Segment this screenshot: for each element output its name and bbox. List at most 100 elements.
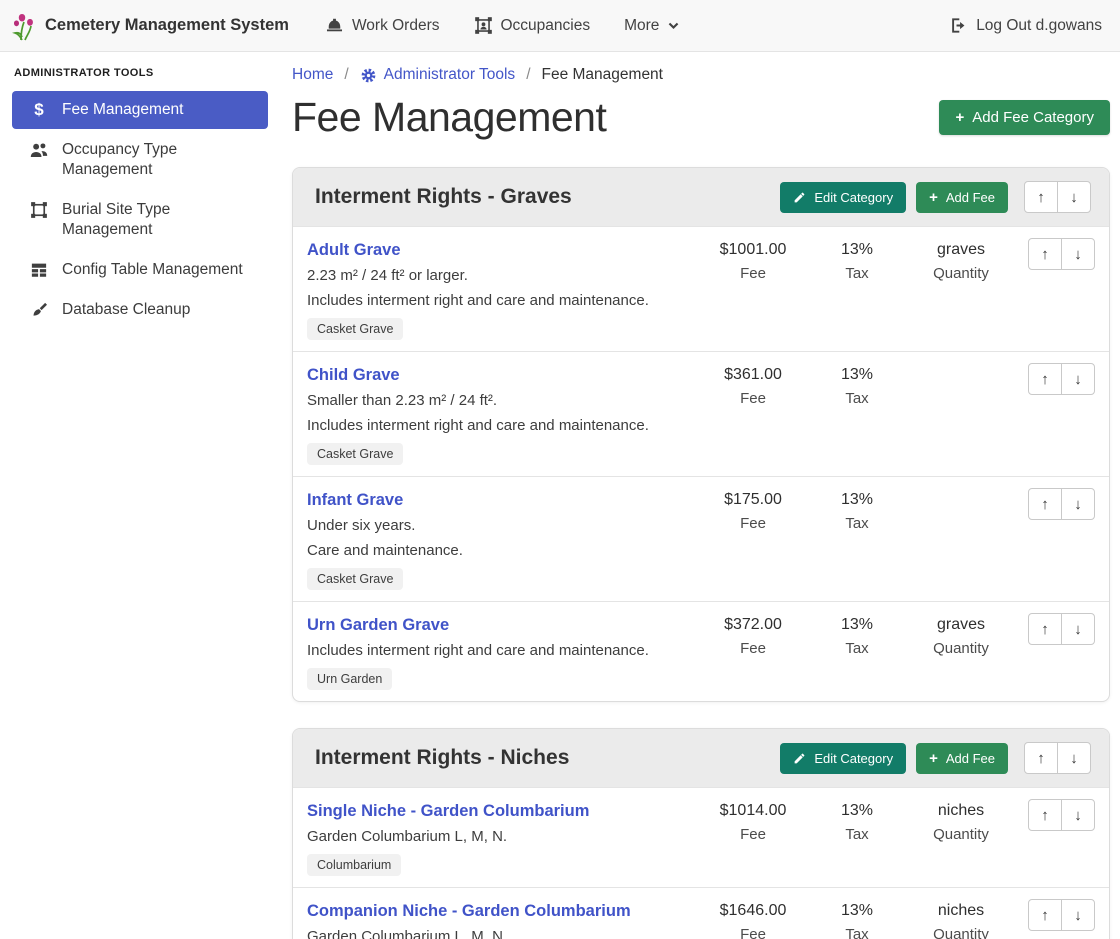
fee-tax-label: Tax [805, 390, 909, 407]
fee-description: Includes interment right and care and ma… [307, 639, 693, 662]
move-fee-up-button[interactable]: ↑ [1028, 488, 1062, 520]
fee-details: Adult Grave 2.23 m² / 24 ft² or larger. … [307, 238, 701, 340]
add-fee-category-button[interactable]: + Add Fee Category [939, 100, 1110, 135]
fee-details: Companion Niche - Garden Columbarium Gar… [307, 899, 701, 939]
vector-square-icon [28, 200, 50, 220]
plus-icon: + [955, 110, 964, 125]
sidebar-item-config-table[interactable]: Config Table Management [12, 251, 268, 289]
category-reorder-controls: ↑ ↓ [1024, 181, 1091, 213]
category-title: Interment Rights - Niches [315, 746, 770, 770]
fee-tax-column: 13% Tax [805, 363, 909, 465]
fee-details: Urn Garden Grave Includes interment righ… [307, 613, 701, 690]
move-category-up-button[interactable]: ↑ [1024, 742, 1058, 774]
tulip-logo-icon [12, 11, 36, 41]
fee-description: Includes interment right and care and ma… [307, 414, 693, 437]
move-fee-down-button[interactable]: ↓ [1061, 899, 1095, 931]
fee-row-urn-garden-grave: Urn Garden Grave Includes interment righ… [293, 601, 1109, 701]
fee-row-companion-niche: Companion Niche - Garden Columbarium Gar… [293, 887, 1109, 939]
page-layout: Administrator Tools $ Fee Management Occ… [0, 52, 1120, 939]
fee-quantity-label: Quantity [909, 826, 1013, 843]
fee-amount-label: Fee [701, 390, 805, 407]
nav-more-label: More [624, 17, 659, 35]
sidebar: Administrator Tools $ Fee Management Occ… [0, 52, 280, 939]
breadcrumb-home-link[interactable]: Home [292, 66, 333, 84]
fee-quantity-column [909, 363, 1013, 465]
fee-name-link[interactable]: Child Grave [307, 366, 400, 384]
sidebar-item-database-cleanup[interactable]: Database Cleanup [12, 291, 268, 329]
fee-tax-label: Tax [805, 265, 909, 282]
fee-quantity: niches [909, 899, 1013, 923]
sidebar-item-burial-site-type[interactable]: Burial Site Type Management [12, 191, 268, 249]
fee-name-link[interactable]: Urn Garden Grave [307, 616, 449, 634]
fee-tax-column: 13% Tax [805, 613, 909, 690]
sidebar-item-label: Burial Site Type Management [62, 200, 258, 240]
edit-category-button[interactable]: Edit Category [780, 182, 906, 213]
move-category-down-button[interactable]: ↓ [1057, 742, 1091, 774]
fee-name-link[interactable]: Single Niche - Garden Columbarium [307, 802, 589, 820]
move-fee-up-button[interactable]: ↑ [1028, 899, 1062, 931]
sidebar-item-label: Database Cleanup [62, 300, 190, 320]
move-fee-up-button[interactable]: ↑ [1028, 613, 1062, 645]
fee-quantity-label: Quantity [909, 926, 1013, 939]
fee-description: Garden Columbarium L, M, N. [307, 825, 693, 848]
sidebar-item-occupancy-type[interactable]: Occupancy Type Management [12, 131, 268, 189]
plus-icon: + [929, 190, 938, 205]
breadcrumb-separator: / [344, 66, 348, 84]
category-header: Interment Rights - Niches Edit Category … [293, 729, 1109, 787]
nav-work-orders-label: Work Orders [352, 17, 440, 35]
fee-tax-column: 13% Tax [805, 899, 909, 939]
move-category-down-button[interactable]: ↓ [1057, 181, 1091, 213]
fee-quantity-column [909, 488, 1013, 590]
fee-amount: $361.00 [701, 363, 805, 387]
fee-name-link[interactable]: Companion Niche - Garden Columbarium [307, 902, 631, 920]
move-fee-down-button[interactable]: ↓ [1061, 238, 1095, 270]
sidebar-item-fee-management[interactable]: $ Fee Management [12, 91, 268, 129]
fee-name-link[interactable]: Adult Grave [307, 241, 401, 259]
fee-reorder-controls: ↑ ↓ [1013, 238, 1095, 340]
breadcrumb-admin-tools-link[interactable]: Administrator Tools [360, 66, 516, 84]
nav-occupancies[interactable]: Occupancies [474, 16, 591, 35]
fee-reorder-controls: ↑ ↓ [1013, 363, 1095, 465]
fee-tax: 13% [805, 799, 909, 823]
move-fee-down-button[interactable]: ↓ [1061, 363, 1095, 395]
fee-type-badge: Urn Garden [307, 668, 392, 690]
add-fee-button[interactable]: + Add Fee [916, 182, 1008, 213]
fee-type-badge: Casket Grave [307, 568, 403, 590]
fee-name-link[interactable]: Infant Grave [307, 491, 403, 509]
edit-category-button[interactable]: Edit Category [780, 743, 906, 774]
fee-amount-label: Fee [701, 515, 805, 532]
move-category-up-button[interactable]: ↑ [1024, 181, 1058, 213]
users-icon [28, 140, 50, 160]
fee-amount: $372.00 [701, 613, 805, 637]
move-fee-down-button[interactable]: ↓ [1061, 799, 1095, 831]
move-fee-down-button[interactable]: ↓ [1061, 613, 1095, 645]
fee-tax: 13% [805, 238, 909, 262]
fee-description: Care and maintenance. [307, 539, 693, 562]
breadcrumb-current: Fee Management [542, 66, 664, 84]
move-fee-up-button[interactable]: ↑ [1028, 238, 1062, 270]
app-brand: Cemetery Management System [12, 11, 289, 41]
gear-icon [360, 67, 377, 84]
fee-tax-column: 13% Tax [805, 238, 909, 340]
add-fee-button[interactable]: + Add Fee [916, 743, 1008, 774]
fee-quantity: graves [909, 613, 1013, 637]
fee-details: Single Niche - Garden Columbarium Garden… [307, 799, 701, 876]
nav-work-orders[interactable]: Work Orders [325, 16, 440, 35]
add-fee-category-label: Add Fee Category [972, 109, 1094, 126]
move-fee-down-button[interactable]: ↓ [1061, 488, 1095, 520]
category-header: Interment Rights - Graves Edit Category … [293, 168, 1109, 226]
move-fee-up-button[interactable]: ↑ [1028, 363, 1062, 395]
fee-quantity-label: Quantity [909, 640, 1013, 657]
logout-label: Log Out d.gowans [976, 17, 1102, 35]
fee-amount: $1646.00 [701, 899, 805, 923]
fee-quantity: niches [909, 799, 1013, 823]
fee-tax-label: Tax [805, 515, 909, 532]
fee-tax-label: Tax [805, 926, 909, 939]
sign-out-icon [949, 16, 968, 35]
nav-more[interactable]: More [624, 17, 680, 35]
move-fee-up-button[interactable]: ↑ [1028, 799, 1062, 831]
fee-reorder-controls: ↑ ↓ [1013, 899, 1095, 939]
fee-row-infant-grave: Infant Grave Under six years. Care and m… [293, 476, 1109, 601]
logout-link[interactable]: Log Out d.gowans [949, 16, 1102, 35]
edit-category-label: Edit Category [814, 751, 893, 766]
